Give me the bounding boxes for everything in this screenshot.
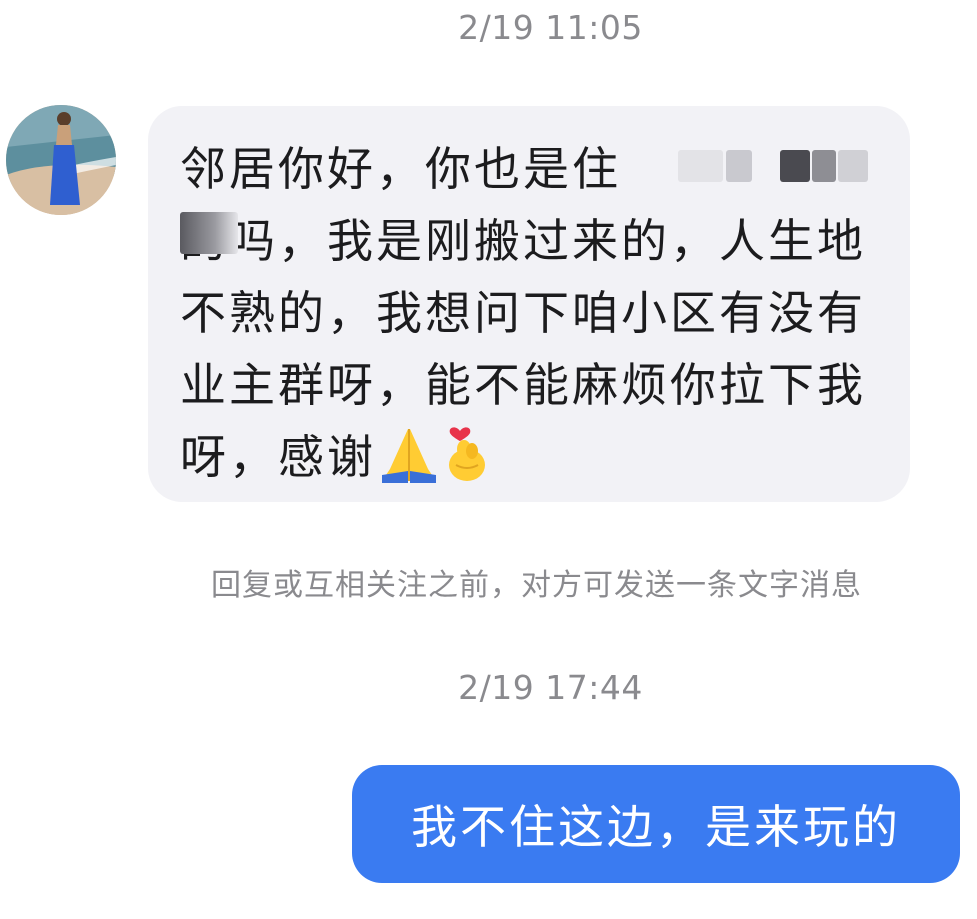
redacted-area [838, 150, 868, 182]
redacted-area [678, 150, 723, 182]
heart-fingers-emoji-icon [442, 421, 492, 503]
timestamp: 2/19 17:44 [458, 668, 643, 707]
outgoing-message-bubble[interactable]: 我不住这边，是来玩的 [352, 765, 960, 883]
redacted-area [180, 212, 238, 254]
redacted-area [726, 150, 752, 182]
folded-hands-emoji-icon [378, 425, 440, 503]
redacted-area [780, 150, 810, 182]
avatar[interactable] [6, 105, 116, 215]
avatar-photo-icon [6, 105, 116, 215]
message-limit-notice: 回复或互相关注之前，对方可发送一条文字消息 [211, 568, 862, 603]
incoming-message-text: 邻居你好，你也是住 的吗，我是刚搬过来的，人生地不熟的，我想问下咱小区有没有业主… [180, 133, 880, 503]
redacted-area [812, 150, 836, 182]
outgoing-message-text: 我不住这边，是来玩的 [411, 800, 901, 854]
chat-view: 2/19 11:05 邻居你好，你也是住 的吗，我是刚搬过来的，人生地不熟的，我… [0, 0, 977, 919]
incoming-message-bubble[interactable]: 邻居你好，你也是住 的吗，我是刚搬过来的，人生地不熟的，我想问下咱小区有没有业主… [148, 106, 910, 502]
timestamp: 2/19 11:05 [458, 8, 643, 47]
